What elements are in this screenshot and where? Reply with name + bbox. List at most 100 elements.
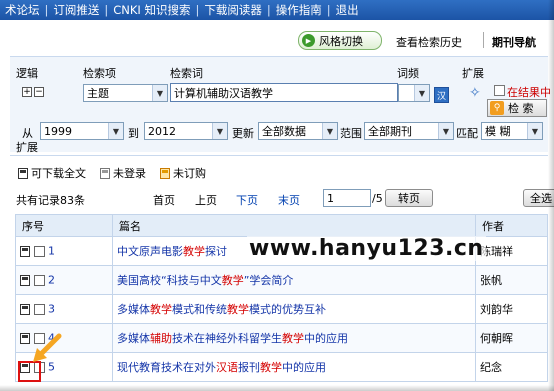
- record-count: 共有记录83条: [16, 194, 85, 207]
- legend-not-subscribed-label: 未订购: [173, 167, 206, 180]
- download-icon[interactable]: [20, 303, 30, 315]
- search-button[interactable]: ⚲ 检 索: [487, 99, 547, 117]
- table-row: 2 美国高校“科技与中文教学”学会简介 张帆: [15, 265, 548, 295]
- update-value: 全部数据: [262, 125, 306, 138]
- divider: [10, 155, 548, 156]
- row-checkbox[interactable]: [34, 303, 45, 315]
- article-title-link[interactable]: 多媒体辅助技术在神经外科留学生教学中的应用: [117, 332, 348, 345]
- scope-label: 范围: [340, 127, 362, 140]
- window-shadow: [548, 0, 554, 391]
- nav-cnki-search[interactable]: CNKI 知识搜索: [108, 2, 195, 18]
- search-icon: ⚲: [490, 101, 504, 115]
- row-author[interactable]: 纪念: [475, 352, 548, 382]
- download-icon[interactable]: [20, 274, 30, 286]
- play-icon: ▶: [302, 34, 315, 47]
- nav-reader-download[interactable]: 下载阅读器: [199, 2, 267, 18]
- scope-select[interactable]: 全部期刊 ▼: [364, 122, 454, 140]
- in-results-checkbox[interactable]: [494, 85, 505, 96]
- page-number-value: 1: [327, 191, 334, 205]
- last-page-link[interactable]: 末页: [278, 192, 300, 208]
- row-author[interactable]: 陈瑞祥: [475, 236, 548, 266]
- page-number-input[interactable]: 1: [323, 189, 371, 207]
- title-text: 美国高校“科技与中文: [117, 274, 222, 287]
- chevron-down-icon: ▼: [108, 123, 123, 139]
- row-number[interactable]: 2: [48, 274, 55, 287]
- table-row: 4 多媒体辅助技术在神经外科留学生教学中的应用 何朝晖: [15, 323, 548, 353]
- row-checkbox[interactable]: [34, 245, 45, 257]
- watermark: www.hanyu123.cn: [247, 236, 486, 261]
- download-icon[interactable]: [20, 245, 30, 257]
- row-number[interactable]: 3: [48, 303, 55, 316]
- field-select[interactable]: 主题 ▼: [83, 84, 168, 102]
- search-panel: 逻辑 检索项 检索词 词频 扩展 + − 主题 ▼ 计算机辅助汉语教学 ▼ 汉 …: [10, 56, 551, 154]
- from-year-select[interactable]: 1999 ▼: [40, 122, 124, 140]
- journal-nav-link[interactable]: 期刊导航: [492, 34, 536, 50]
- row-author[interactable]: 刘韵华: [475, 294, 548, 324]
- title-text: 多媒体: [117, 303, 150, 316]
- freq-select[interactable]: ▼: [398, 84, 430, 102]
- table-header-row: 序号 篇名 作者: [15, 214, 548, 237]
- legend-not-logged-label: 未登录: [113, 167, 146, 180]
- chevron-down-icon: ▼: [414, 85, 429, 101]
- row-num-cell: 1: [15, 236, 113, 266]
- row-checkbox[interactable]: [34, 274, 45, 286]
- top-nav: 术论坛 | 订阅推送 | CNKI 知识搜索 | 下载阅读器 | 操作指南 | 退出: [0, 0, 554, 20]
- expand-icon[interactable]: ✧: [469, 86, 483, 100]
- title-text: 报刊: [238, 361, 260, 374]
- search-button-label: 检 索: [508, 102, 534, 115]
- article-title-link[interactable]: 中文原声电影教学探讨: [117, 245, 227, 258]
- legend: 可下载全文 未登录 未订购: [18, 165, 206, 181]
- dictionary-icon[interactable]: 汉: [434, 87, 449, 103]
- style-switch-button[interactable]: ▶ 风格切换: [298, 31, 382, 50]
- row-author[interactable]: 张帆: [475, 265, 548, 295]
- col-header-num: 序号: [15, 214, 113, 237]
- update-label: 更新: [232, 127, 254, 140]
- update-select[interactable]: 全部数据 ▼: [258, 122, 338, 140]
- title-text: 多媒体: [117, 332, 150, 345]
- title-highlight: 辅助: [150, 332, 172, 345]
- title-highlight: 汉语: [216, 361, 238, 374]
- article-title-link[interactable]: 现代教育技术在对外汉语报刊教学中的应用: [117, 361, 326, 374]
- term-label: 检索词: [170, 67, 203, 80]
- title-highlight: 教学: [150, 303, 172, 316]
- chevron-down-icon: ▼: [527, 123, 542, 139]
- title-text: 中的应用: [282, 361, 326, 374]
- table-row: 3 多媒体教学模式和传统教学模式的优势互补 刘韵华: [15, 294, 548, 324]
- to-label: 到: [128, 127, 139, 140]
- page-total: /5: [372, 192, 383, 205]
- to-year-select[interactable]: 2012 ▼: [144, 122, 228, 140]
- row-number[interactable]: 1: [48, 245, 55, 258]
- nav-logout[interactable]: 退出: [331, 2, 364, 18]
- nav-subscribe[interactable]: 订阅推送: [48, 2, 104, 18]
- scope-value: 全部期刊: [368, 125, 412, 138]
- article-title-link[interactable]: 美国高校“科技与中文教学”学会简介: [117, 274, 293, 287]
- match-select[interactable]: 模 糊 ▼: [481, 122, 543, 140]
- row-author[interactable]: 何朝晖: [475, 323, 548, 353]
- row-num-cell: 3: [15, 294, 113, 324]
- field-label: 检索项: [83, 67, 116, 80]
- nav-forum[interactable]: 术论坛: [0, 2, 45, 18]
- search-term-value: 计算机辅助汉语教学: [174, 86, 273, 100]
- legend-downloadable-label: 可下载全文: [31, 167, 86, 180]
- add-row-icon[interactable]: +: [22, 87, 32, 97]
- chevron-down-icon: ▼: [322, 123, 337, 139]
- row-num-cell: 2: [15, 265, 113, 295]
- chevron-down-icon: ▼: [438, 123, 453, 139]
- search-term-input[interactable]: 计算机辅助汉语教学: [170, 83, 398, 102]
- search-history-link[interactable]: 查看检索历史: [396, 34, 462, 50]
- nav-guide[interactable]: 操作指南: [271, 2, 327, 18]
- go-page-button[interactable]: 转页: [385, 189, 433, 207]
- legend-not-subscribed: 未订购: [160, 165, 206, 181]
- window-shadow: [0, 385, 554, 391]
- annotation-arrow-icon: [33, 333, 62, 362]
- divider: [483, 32, 484, 48]
- title-text: ”学会简介: [243, 274, 294, 287]
- row-title-cell: 现代教育技术在对外汉语报刊教学中的应用: [112, 352, 476, 382]
- title-highlight: 教学: [282, 332, 304, 345]
- article-title-link[interactable]: 多媒体教学模式和传统教学模式的优势互补: [117, 303, 326, 316]
- prev-page-link[interactable]: 上页: [195, 192, 217, 208]
- first-page-link[interactable]: 首页: [153, 192, 175, 208]
- next-page-link[interactable]: 下页: [236, 192, 258, 208]
- legend-downloadable: 可下载全文: [18, 165, 86, 181]
- remove-row-icon[interactable]: −: [34, 87, 44, 97]
